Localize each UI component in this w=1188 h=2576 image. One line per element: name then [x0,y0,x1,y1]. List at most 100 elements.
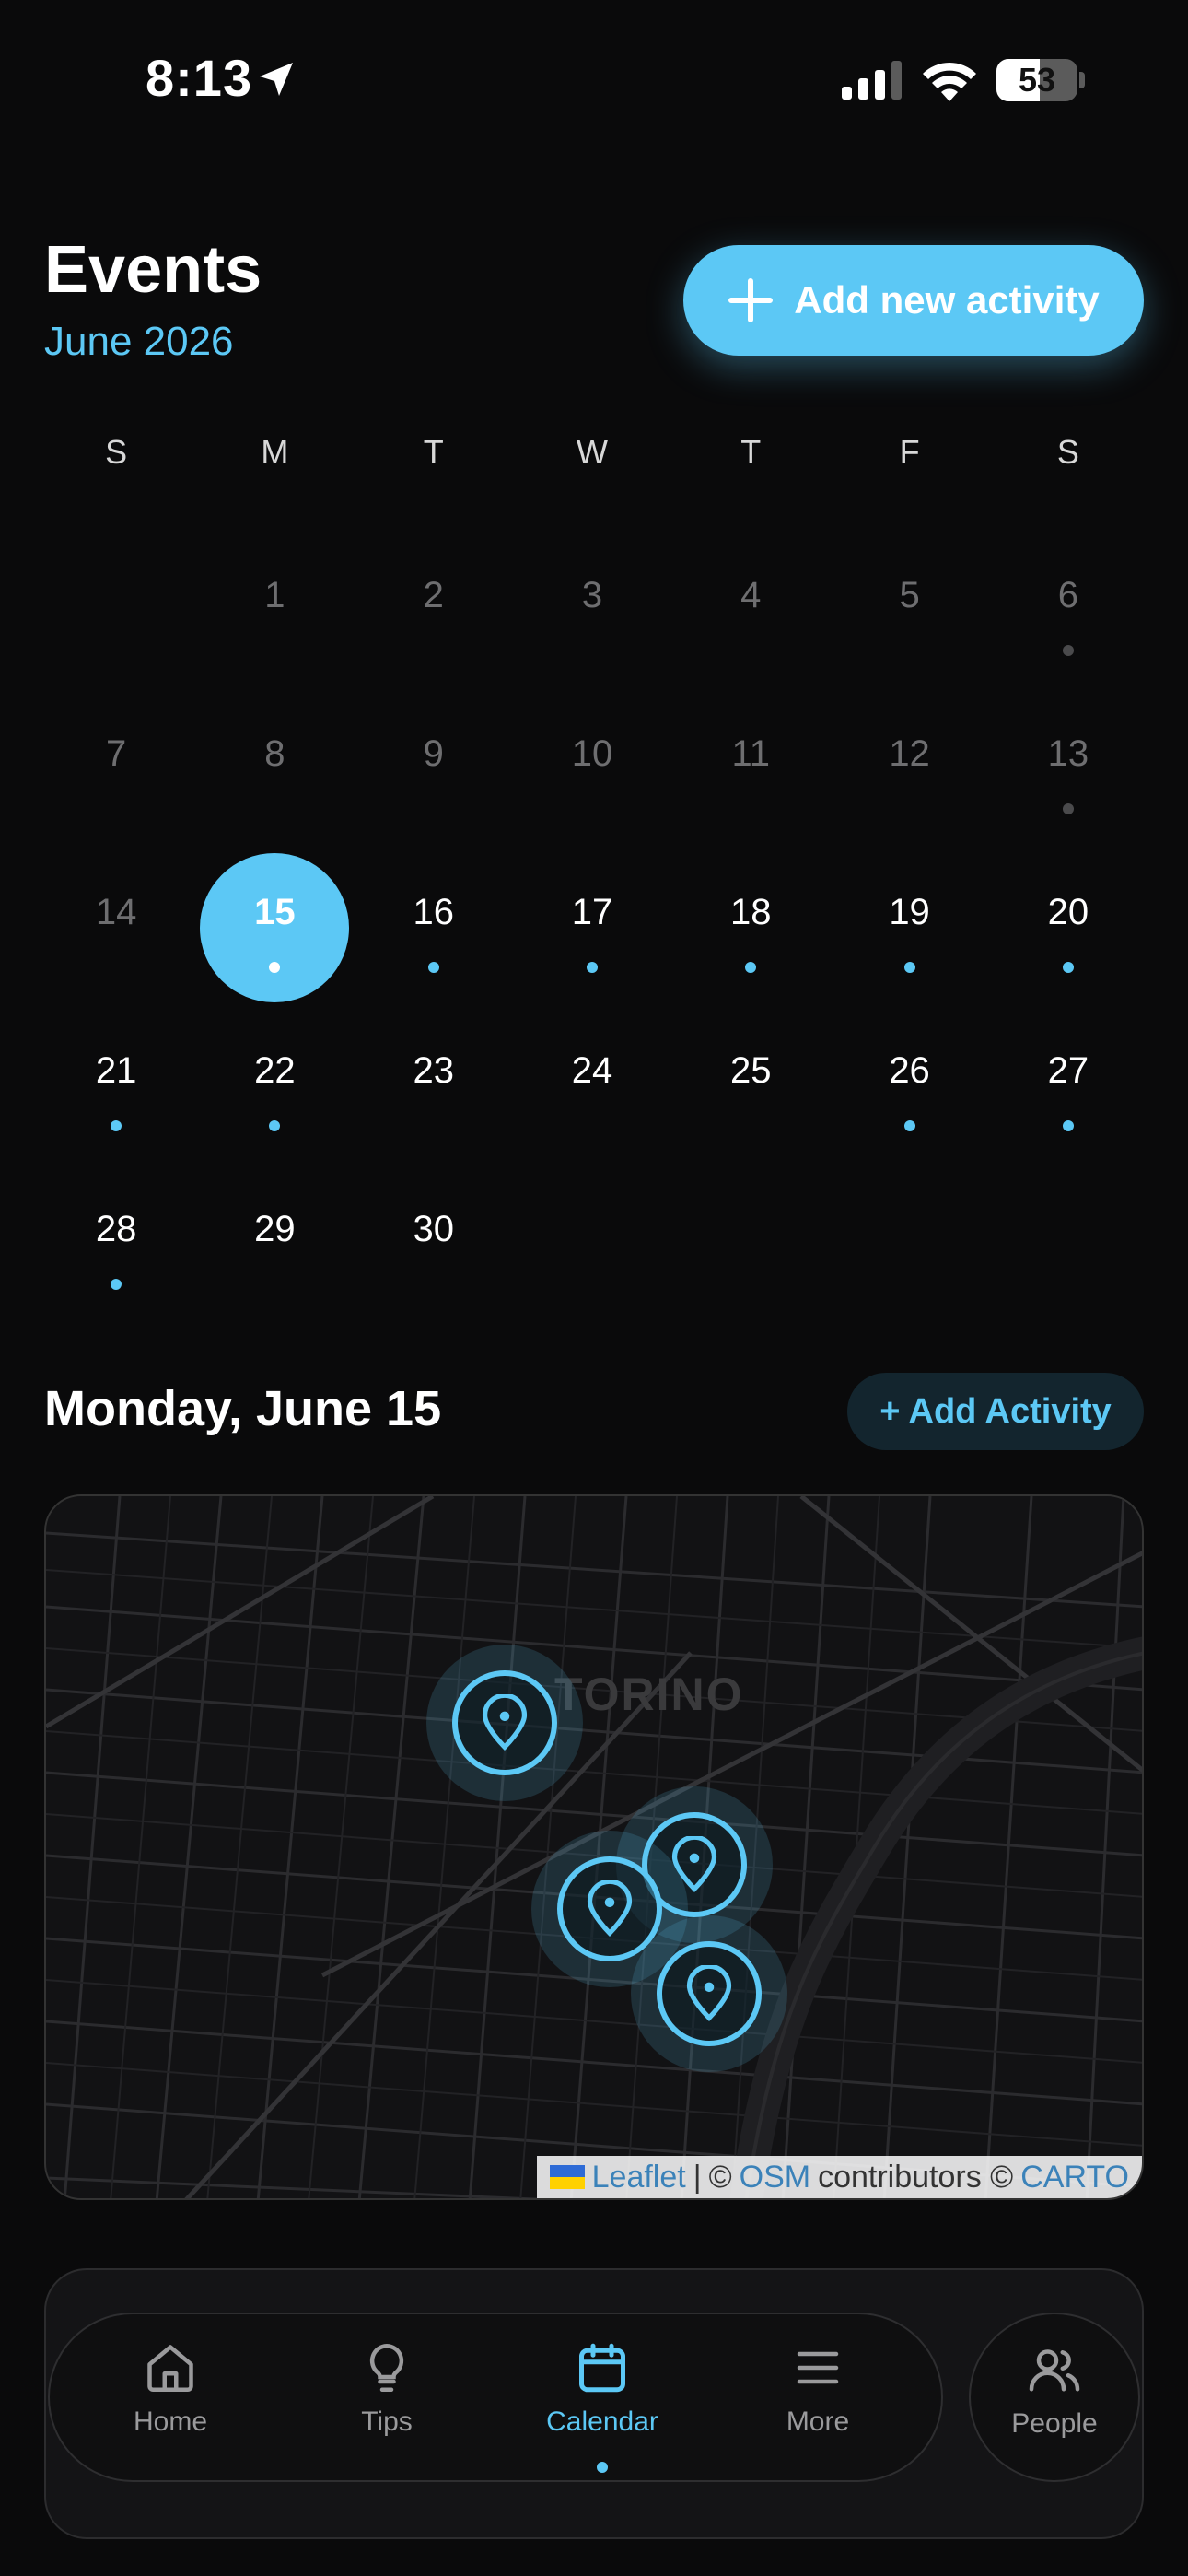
calendar-day-number: 22 [254,1050,296,1091]
calendar-day[interactable]: 18 [671,833,830,991]
calendar-day[interactable]: 12 [830,674,988,833]
calendar-day-number: 12 [889,733,930,774]
event-indicator-dot [1062,645,1074,656]
calendar-day[interactable]: 2 [355,516,513,674]
carto-link[interactable]: CARTO [1020,2156,1129,2198]
plus-icon [728,278,774,322]
calendar-day[interactable]: 8 [195,674,354,833]
calendar-day-number: 26 [889,1050,930,1091]
map-pin-icon [686,1965,732,2021]
weekday-label: W [577,433,608,471]
tab-more[interactable]: More [735,2340,901,2438]
calendar-day-number: 28 [95,1209,137,1249]
calendar-day-number: 20 [1047,892,1089,932]
battery-percent: 53 [1018,61,1056,99]
calendar-day[interactable]: 16 [355,833,513,991]
calendar-day-number: 19 [889,892,930,932]
weekday-label: T [423,433,444,471]
tab-tips[interactable]: Tips [304,2340,470,2438]
calendar-day-number: 17 [571,892,613,932]
calendar-day-number: 23 [413,1050,454,1091]
calendar-day[interactable]: 24 [513,991,671,1150]
weekday-header: SMTWTFS [37,433,1147,472]
event-indicator-dot [111,1279,122,1290]
calendar-day[interactable]: 5 [830,516,988,674]
calendar-day-selected[interactable]: 15 [195,833,354,1002]
weekday-label: T [740,433,762,471]
event-indicator-dot [903,962,915,973]
page-title: Events [44,233,262,307]
tab-more-label: More [786,2406,850,2437]
calendar-day[interactable]: 11 [671,674,830,833]
calendar-day[interactable]: 22 [195,991,354,1150]
calendar-day[interactable]: 30 [355,1150,513,1308]
tab-home-label: Home [133,2406,208,2437]
calendar-icon [579,2343,625,2393]
add-new-activity-button[interactable]: Add new activity [683,245,1144,356]
event-indicator-dot [745,962,757,973]
leaflet-link[interactable]: Leaflet [592,2156,686,2198]
calendar-day[interactable]: 17 [513,833,671,991]
month-label[interactable]: June 2026 [44,319,234,365]
attribution-contributors: contributors © [818,2160,1014,2195]
map-pin[interactable] [426,1645,583,1801]
calendar-day[interactable]: 28 [37,1150,195,1308]
calendar-day-number: 3 [581,575,603,615]
calendar-day[interactable]: 7 [37,674,195,833]
calendar-day-number: 24 [571,1050,613,1091]
event-indicator-dot [1062,962,1074,973]
ukraine-flag-icon [549,2165,585,2189]
calendar-day-number [37,516,195,575]
calendar-day-number: 29 [254,1209,296,1249]
calendar-day[interactable]: 23 [355,991,513,1150]
calendar-day[interactable]: 25 [671,991,830,1150]
selected-day-heading: Monday, June 15 [44,1381,442,1436]
calendar-empty-cell [37,516,195,674]
calendar-day-number: 16 [413,892,454,932]
wifi-icon [923,62,976,101]
calendar-day[interactable]: 29 [195,1150,354,1308]
tab-tips-label: Tips [361,2406,413,2437]
calendar-day-number: 25 [730,1050,772,1091]
event-indicator-dot [269,1120,281,1131]
osm-link[interactable]: OSM [740,2156,810,2198]
map-pin-icon [482,1694,528,1751]
calendar-day[interactable]: 13 [989,674,1147,833]
calendar-day[interactable]: 14 [37,833,195,991]
active-tab-indicator [597,2462,608,2473]
status-time: 8:13 [146,49,253,107]
calendar-day[interactable]: 20 [989,833,1147,991]
calendar-day-number: 7 [106,733,127,774]
calendar-day[interactable]: 4 [671,516,830,674]
map-city-label: TORINO [554,1669,744,1720]
calendar-day-number: 4 [740,575,762,615]
calendar-day[interactable]: 9 [355,674,513,833]
calendar-day-number: 8 [264,733,285,774]
calendar-day[interactable]: 21 [37,991,195,1150]
calendar-day-number: 15 [254,892,296,932]
people-icon [1029,2349,1080,2392]
calendar-day[interactable]: 27 [989,991,1147,1150]
calendar-day[interactable]: 10 [513,674,671,833]
event-indicator-dot [427,962,439,973]
calendar-grid: 1 2 3 4 5 6 7 8 9 10 11 12 13 14 15 16 17 18 19 20 21 22 23 24 2… [37,516,1147,1308]
event-indicator-dot [586,962,598,973]
map-pin[interactable] [631,1915,787,2072]
event-indicator-dot [1062,1120,1074,1131]
tab-home[interactable]: Home [87,2340,253,2438]
cellular-signal-icon [842,61,902,100]
calendar-day[interactable]: 1 [195,516,354,674]
add-activity-button[interactable]: + Add Activity [847,1373,1144,1450]
weekday-label: S [1056,433,1079,471]
menu-icon [797,2351,839,2384]
activity-map[interactable]: TORINO Leaflet | © OSM contributors © CA… [44,1494,1144,2200]
attribution-separator: | [693,2160,702,2195]
calendar-day[interactable]: 26 [830,991,988,1150]
calendar-day[interactable]: 6 [989,516,1147,674]
tab-people[interactable]: People [969,2313,1140,2482]
tab-calendar[interactable]: Calendar [519,2340,685,2438]
calendar-day[interactable]: 3 [513,516,671,674]
tab-calendar-label: Calendar [546,2406,658,2437]
calendar-day[interactable]: 19 [830,833,988,991]
weekday-label: S [105,433,128,471]
